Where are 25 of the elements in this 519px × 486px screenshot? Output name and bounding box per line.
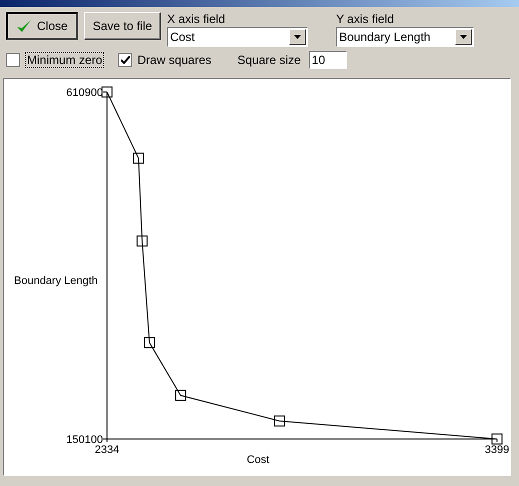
y-axis-label: Boundary Length xyxy=(14,275,98,287)
point xyxy=(144,337,155,348)
square-size-label: Square size xyxy=(237,52,301,67)
y-axis-dropdown[interactable]: Boundary Length xyxy=(336,26,474,47)
point xyxy=(274,416,285,426)
field-label: Y axis field xyxy=(336,12,395,26)
checkmark-icon xyxy=(120,56,130,64)
close-button[interactable]: Close xyxy=(6,12,78,40)
square-size-input[interactable]: 10 xyxy=(308,50,347,69)
x-tick-label: 3399 xyxy=(484,444,509,456)
point xyxy=(132,152,144,164)
point xyxy=(102,86,112,98)
caret-icon xyxy=(455,28,472,45)
x-tick-label: 2334 xyxy=(94,444,120,456)
point xyxy=(175,390,186,401)
checkmark-icon xyxy=(16,18,32,33)
x-axis-label: Cost xyxy=(246,454,270,466)
x-axis-dropdown[interactable]: Cost xyxy=(167,26,308,47)
draw-squares-checkbox[interactable]: Draw squares xyxy=(118,52,212,67)
point xyxy=(136,236,148,247)
save-button[interactable]: Save to file xyxy=(84,12,162,40)
point xyxy=(492,434,502,444)
y-tick-label: 150100 xyxy=(66,434,103,446)
caret-icon xyxy=(289,28,306,45)
field-label: X axis field xyxy=(167,12,226,26)
